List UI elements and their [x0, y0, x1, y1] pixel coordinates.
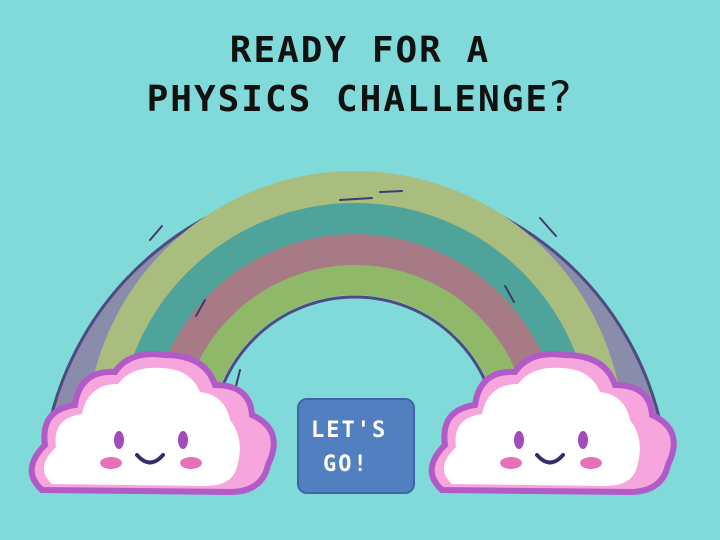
button-label-line-2: GO! — [323, 452, 369, 477]
title-line-2: PHYSICS CHALLENGE? — [0, 74, 720, 123]
button-label-line-1: LET'S — [311, 418, 388, 443]
lets-go-button[interactable]: LET'S GO! — [297, 398, 415, 494]
title-question-mark: ? — [549, 72, 574, 121]
title-line-1: READY FOR A — [229, 30, 491, 71]
title-line-2-text: PHYSICS CHALLENGE — [146, 79, 550, 120]
page-title: READY FOR A PHYSICS CHALLENGE? — [0, 28, 720, 123]
